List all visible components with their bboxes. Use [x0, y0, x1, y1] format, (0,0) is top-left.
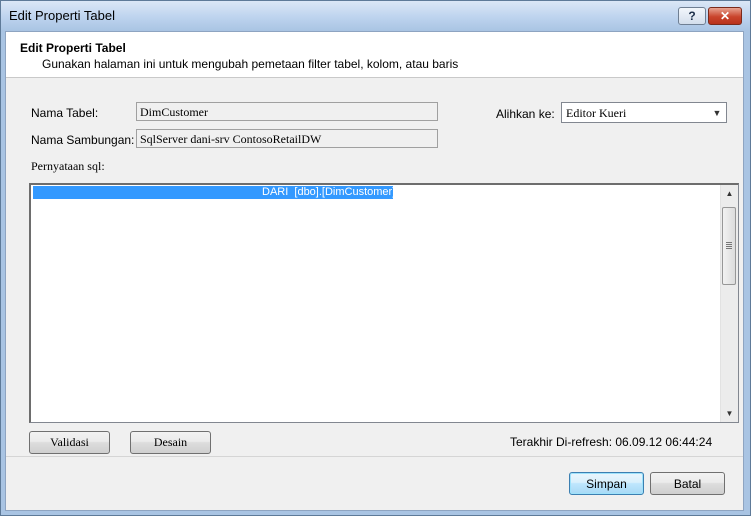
switch-to-label: Alihkan ke:	[496, 107, 555, 121]
close-button[interactable]: ✕	[708, 7, 742, 25]
switch-to-value: Editor Kueri	[566, 106, 627, 120]
connection-name-field[interactable]: SqlServer dani-srv ContosoRetailDW	[136, 129, 438, 148]
close-icon: ✕	[719, 9, 731, 23]
footer-divider	[6, 456, 743, 457]
validate-button[interactable]: Validasi	[29, 431, 110, 454]
sql-selected-line: PILIH [dbo].[DimCustomer].* DARI [dbo].[…	[33, 186, 396, 211]
scroll-down-icon[interactable]: ▼	[721, 405, 738, 422]
design-button[interactable]: Desain	[130, 431, 211, 454]
sql-editor[interactable]: PILIH [dbo].[DimCustomer].* DARI [dbo].[…	[29, 183, 739, 423]
scroll-thumb[interactable]	[722, 207, 736, 285]
last-refresh-status: Terakhir Di-refresh: 06.09.12 06:44:24	[510, 435, 713, 449]
cancel-button[interactable]: Batal	[650, 472, 725, 495]
window-title: Edit Properti Tabel	[9, 8, 115, 23]
help-button[interactable]: ?	[678, 7, 706, 25]
sql-select-clause: PILIH [dbo].[DimCustomer].*	[57, 199, 197, 211]
sql-statement-label: Pernyataan sql:	[31, 159, 105, 173]
header-title: Edit Properti Tabel	[20, 41, 126, 55]
chevron-down-icon: ▼	[712, 107, 722, 118]
scroll-up-icon[interactable]: ▲	[721, 185, 738, 202]
header-panel: Edit Properti Tabel Gunakan halaman ini …	[6, 32, 743, 78]
save-button[interactable]: Simpan	[569, 472, 644, 495]
table-name-field[interactable]: DimCustomer	[136, 102, 438, 121]
grip-icon	[726, 242, 732, 243]
title-bar[interactable]: Edit Properti Tabel ? ✕	[1, 1, 750, 31]
switch-to-dropdown[interactable]: Editor Kueri ▼	[561, 102, 727, 123]
table-name-label: Nama Tabel:	[31, 106, 99, 120]
sql-from-clause: DARI [dbo].[DimCustomer]	[262, 186, 396, 198]
dialog-window: Edit Properti Tabel ? ✕ Edit Properti Ta…	[0, 0, 751, 516]
header-description: Gunakan halaman ini untuk mengubah pemet…	[42, 57, 459, 71]
dialog-body: Edit Properti Tabel Gunakan halaman ini …	[5, 31, 744, 511]
help-icon: ?	[688, 9, 696, 23]
connection-name-label: Nama Sambungan:	[31, 133, 135, 147]
vertical-scrollbar[interactable]: ▲ ▼	[720, 185, 738, 422]
